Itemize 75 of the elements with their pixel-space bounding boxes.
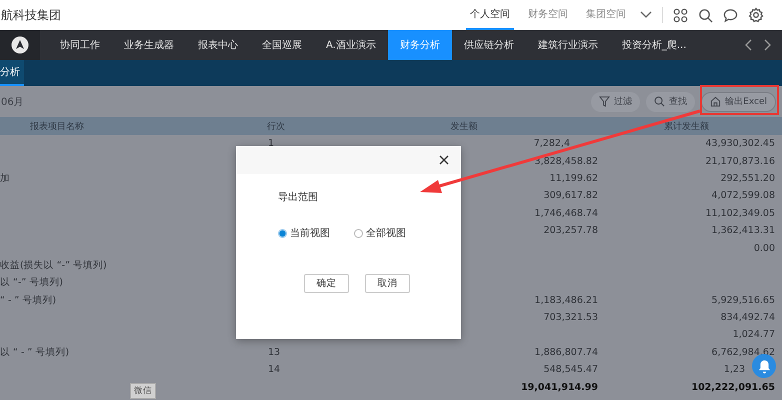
table-cell: 以 “ - ” 号填列) bbox=[0, 346, 70, 358]
column-header: 行次 bbox=[266, 120, 286, 132]
nav-tab[interactable]: 报表中心 bbox=[186, 30, 250, 60]
chevron-down-icon[interactable] bbox=[640, 11, 652, 19]
table-cell: 1,183,486.21 bbox=[534, 294, 598, 306]
option-label: 全部视图 bbox=[366, 226, 406, 240]
table-cell: 21,170,873.16 bbox=[705, 156, 775, 167]
table-cell: 收益(损失以 “-” 号填列) bbox=[0, 260, 107, 271]
total-cell: 102,222,091.65 bbox=[691, 382, 775, 393]
table-cell: 4,072,599.08 bbox=[712, 190, 775, 202]
radio-option[interactable]: 当前视图 bbox=[278, 226, 330, 240]
column-header: 发生额 bbox=[450, 120, 478, 132]
table-cell: 703,321.53 bbox=[544, 312, 598, 324]
export-icon bbox=[710, 96, 722, 107]
toolbar-button[interactable]: 查找 bbox=[646, 92, 696, 112]
toolbar-button[interactable]: 输出Excel bbox=[701, 92, 776, 112]
chat-icon[interactable] bbox=[723, 8, 738, 22]
nav-tab[interactable]: 业务生成器 bbox=[112, 30, 186, 60]
table-cell: 292,551.20 bbox=[720, 172, 775, 184]
nav-tab[interactable]: 投资分析_爬... bbox=[610, 30, 698, 60]
nav-tab[interactable]: A.酒业演示 bbox=[314, 30, 388, 60]
filter-icon bbox=[599, 96, 610, 107]
chevron-right-icon[interactable] bbox=[764, 39, 772, 51]
table-cell: 14 bbox=[268, 364, 280, 376]
table-cell: 1,024.77 bbox=[732, 329, 775, 340]
chevron-left-icon[interactable] bbox=[744, 39, 752, 51]
table-cell: 6,762,984.62 bbox=[712, 346, 775, 358]
table-cell: 203,257.78 bbox=[544, 225, 598, 236]
space-tab[interactable]: 财务空间 bbox=[524, 0, 572, 30]
radio-icon[interactable] bbox=[278, 228, 287, 238]
table-cell: 3,828,458.82 bbox=[534, 156, 598, 167]
total-cell: 19,041,914.99 bbox=[521, 382, 598, 393]
radio-option[interactable]: 全部视图 bbox=[354, 226, 406, 240]
nav-tab[interactable]: 建筑行业演示 bbox=[526, 30, 610, 60]
dialog-button[interactable]: 确定 bbox=[304, 274, 349, 293]
bell-icon bbox=[758, 358, 770, 374]
table-cell: 7,282,4 bbox=[534, 138, 570, 150]
table-cell: 309,617.82 bbox=[544, 190, 598, 202]
radio-icon[interactable] bbox=[354, 228, 363, 238]
table-cell: 1,886,807.74 bbox=[534, 346, 598, 358]
section-label: 导出范围 bbox=[278, 190, 319, 204]
sub-tab[interactable]: 分析 bbox=[0, 60, 24, 86]
tooltip: 微信 bbox=[130, 383, 156, 399]
table-cell: 1,362,413.31 bbox=[712, 225, 775, 236]
column-header: 累计发生额 bbox=[663, 120, 710, 132]
table-cell: 加 bbox=[0, 172, 10, 184]
table-cell: 1,23 bbox=[724, 364, 745, 376]
table-cell: 11,199.62 bbox=[550, 172, 598, 184]
company-name: 航科技集团 bbox=[1, 6, 61, 24]
option-label: 当前视图 bbox=[290, 226, 330, 240]
close-icon[interactable] bbox=[439, 155, 449, 165]
table-cell: 以 “-” 号填列) bbox=[0, 277, 64, 288]
dialog-button[interactable]: 取消 bbox=[365, 274, 410, 293]
search-icon[interactable] bbox=[698, 8, 713, 22]
table-cell: 43,930,302.45 bbox=[705, 138, 775, 150]
table-cell: 834,492.74 bbox=[720, 312, 775, 324]
table-cell: 548,545.47 bbox=[544, 364, 598, 376]
column-header: 报表项目名称 bbox=[29, 120, 85, 132]
logo-icon[interactable] bbox=[11, 36, 29, 54]
apps-icon[interactable] bbox=[673, 8, 688, 22]
table-cell: 1,746,468.74 bbox=[534, 208, 598, 219]
table-cell: 5,929,516.65 bbox=[712, 294, 775, 306]
nav-tab[interactable]: 供应链分析 bbox=[452, 30, 526, 60]
search-icon bbox=[654, 96, 666, 107]
space-tab[interactable]: 集团空间 bbox=[582, 0, 630, 30]
period-label: 06月 bbox=[1, 96, 24, 108]
table-cell: 0.00 bbox=[754, 242, 775, 254]
table-cell: “ - ” 号填列) bbox=[0, 294, 56, 306]
table-cell: 13 bbox=[268, 346, 280, 358]
table-cell: 1 bbox=[268, 138, 274, 150]
table-cell: 11,102,349.05 bbox=[705, 208, 775, 219]
nav-tab[interactable]: 协同工作 bbox=[48, 30, 112, 60]
settings-icon[interactable] bbox=[748, 7, 764, 23]
nav-tab[interactable]: 全国巡展 bbox=[250, 30, 314, 60]
toolbar-button[interactable]: 过滤 bbox=[591, 92, 640, 112]
